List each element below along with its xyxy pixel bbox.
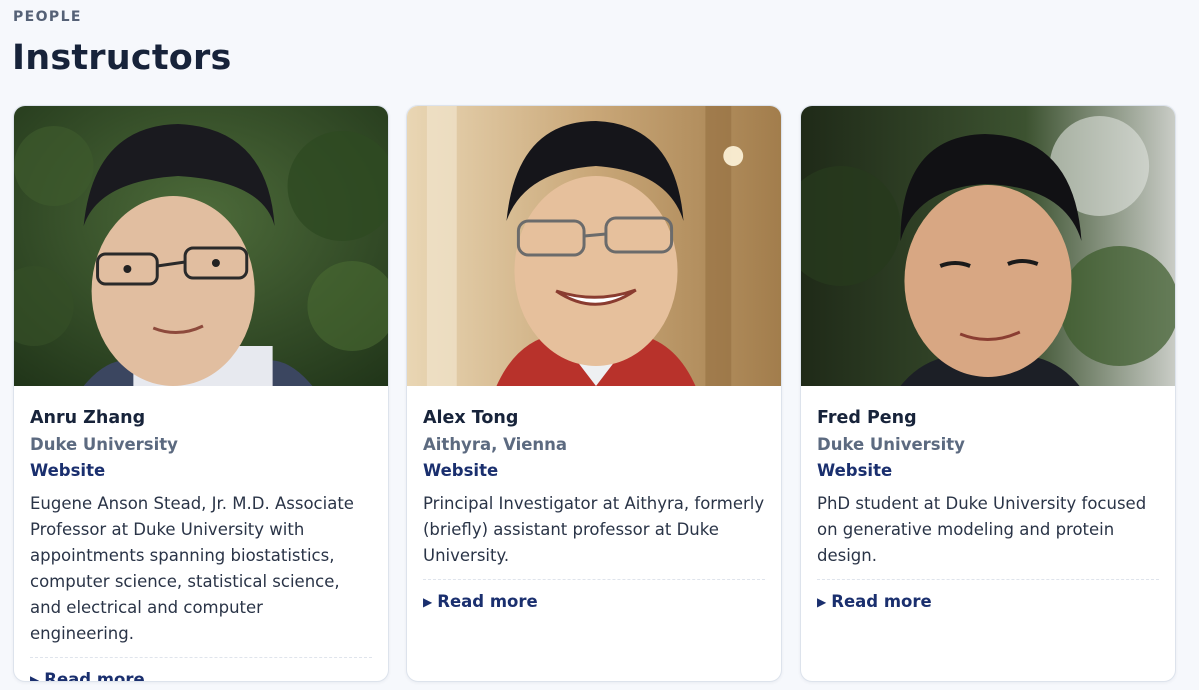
section-title: Instructors <box>12 38 232 78</box>
instructor-affiliation: Aithyra, Vienna <box>423 435 568 454</box>
read-more-label: Read more <box>437 592 538 611</box>
read-more-toggle[interactable]: ▶ Read more <box>30 670 372 682</box>
read-more-toggle[interactable]: ▶ Read more <box>423 592 765 611</box>
instructor-bio: PhD student at Duke University focused o… <box>817 491 1159 580</box>
instructor-name: Anru Zhang <box>30 408 146 428</box>
website-link[interactable]: Website <box>423 460 765 481</box>
read-more-label: Read more <box>831 592 932 611</box>
instructor-card: Fred Peng Duke University Website PhD st… <box>800 105 1176 682</box>
triangle-right-icon: ▶ <box>423 594 433 609</box>
section-eyebrow: PEOPLE <box>13 9 82 25</box>
instructor-card: Anru Zhang Duke University Website Eugen… <box>13 105 389 682</box>
instructor-affiliation: Duke University <box>30 435 178 454</box>
instructor-bio: Principal Investigator at Aithyra, forme… <box>423 491 765 580</box>
website-link[interactable]: Website <box>817 460 1159 481</box>
instructor-photo <box>801 106 1175 386</box>
instructor-affiliation: Duke University <box>817 435 965 454</box>
triangle-right-icon: ▶ <box>30 672 40 682</box>
instructor-bio: Eugene Anson Stead, Jr. M.D. Associate P… <box>30 491 372 658</box>
instructor-card: Alex Tong Aithyra, Vienna Website Princi… <box>406 105 782 682</box>
read-more-label: Read more <box>44 670 145 682</box>
instructor-photo <box>407 106 781 386</box>
triangle-right-icon: ▶ <box>817 594 827 609</box>
instructor-name: Alex Tong <box>423 408 519 428</box>
website-link[interactable]: Website <box>30 460 372 481</box>
instructor-name: Fred Peng <box>817 408 917 428</box>
read-more-toggle[interactable]: ▶ Read more <box>817 592 1159 611</box>
instructor-photo <box>14 106 388 386</box>
